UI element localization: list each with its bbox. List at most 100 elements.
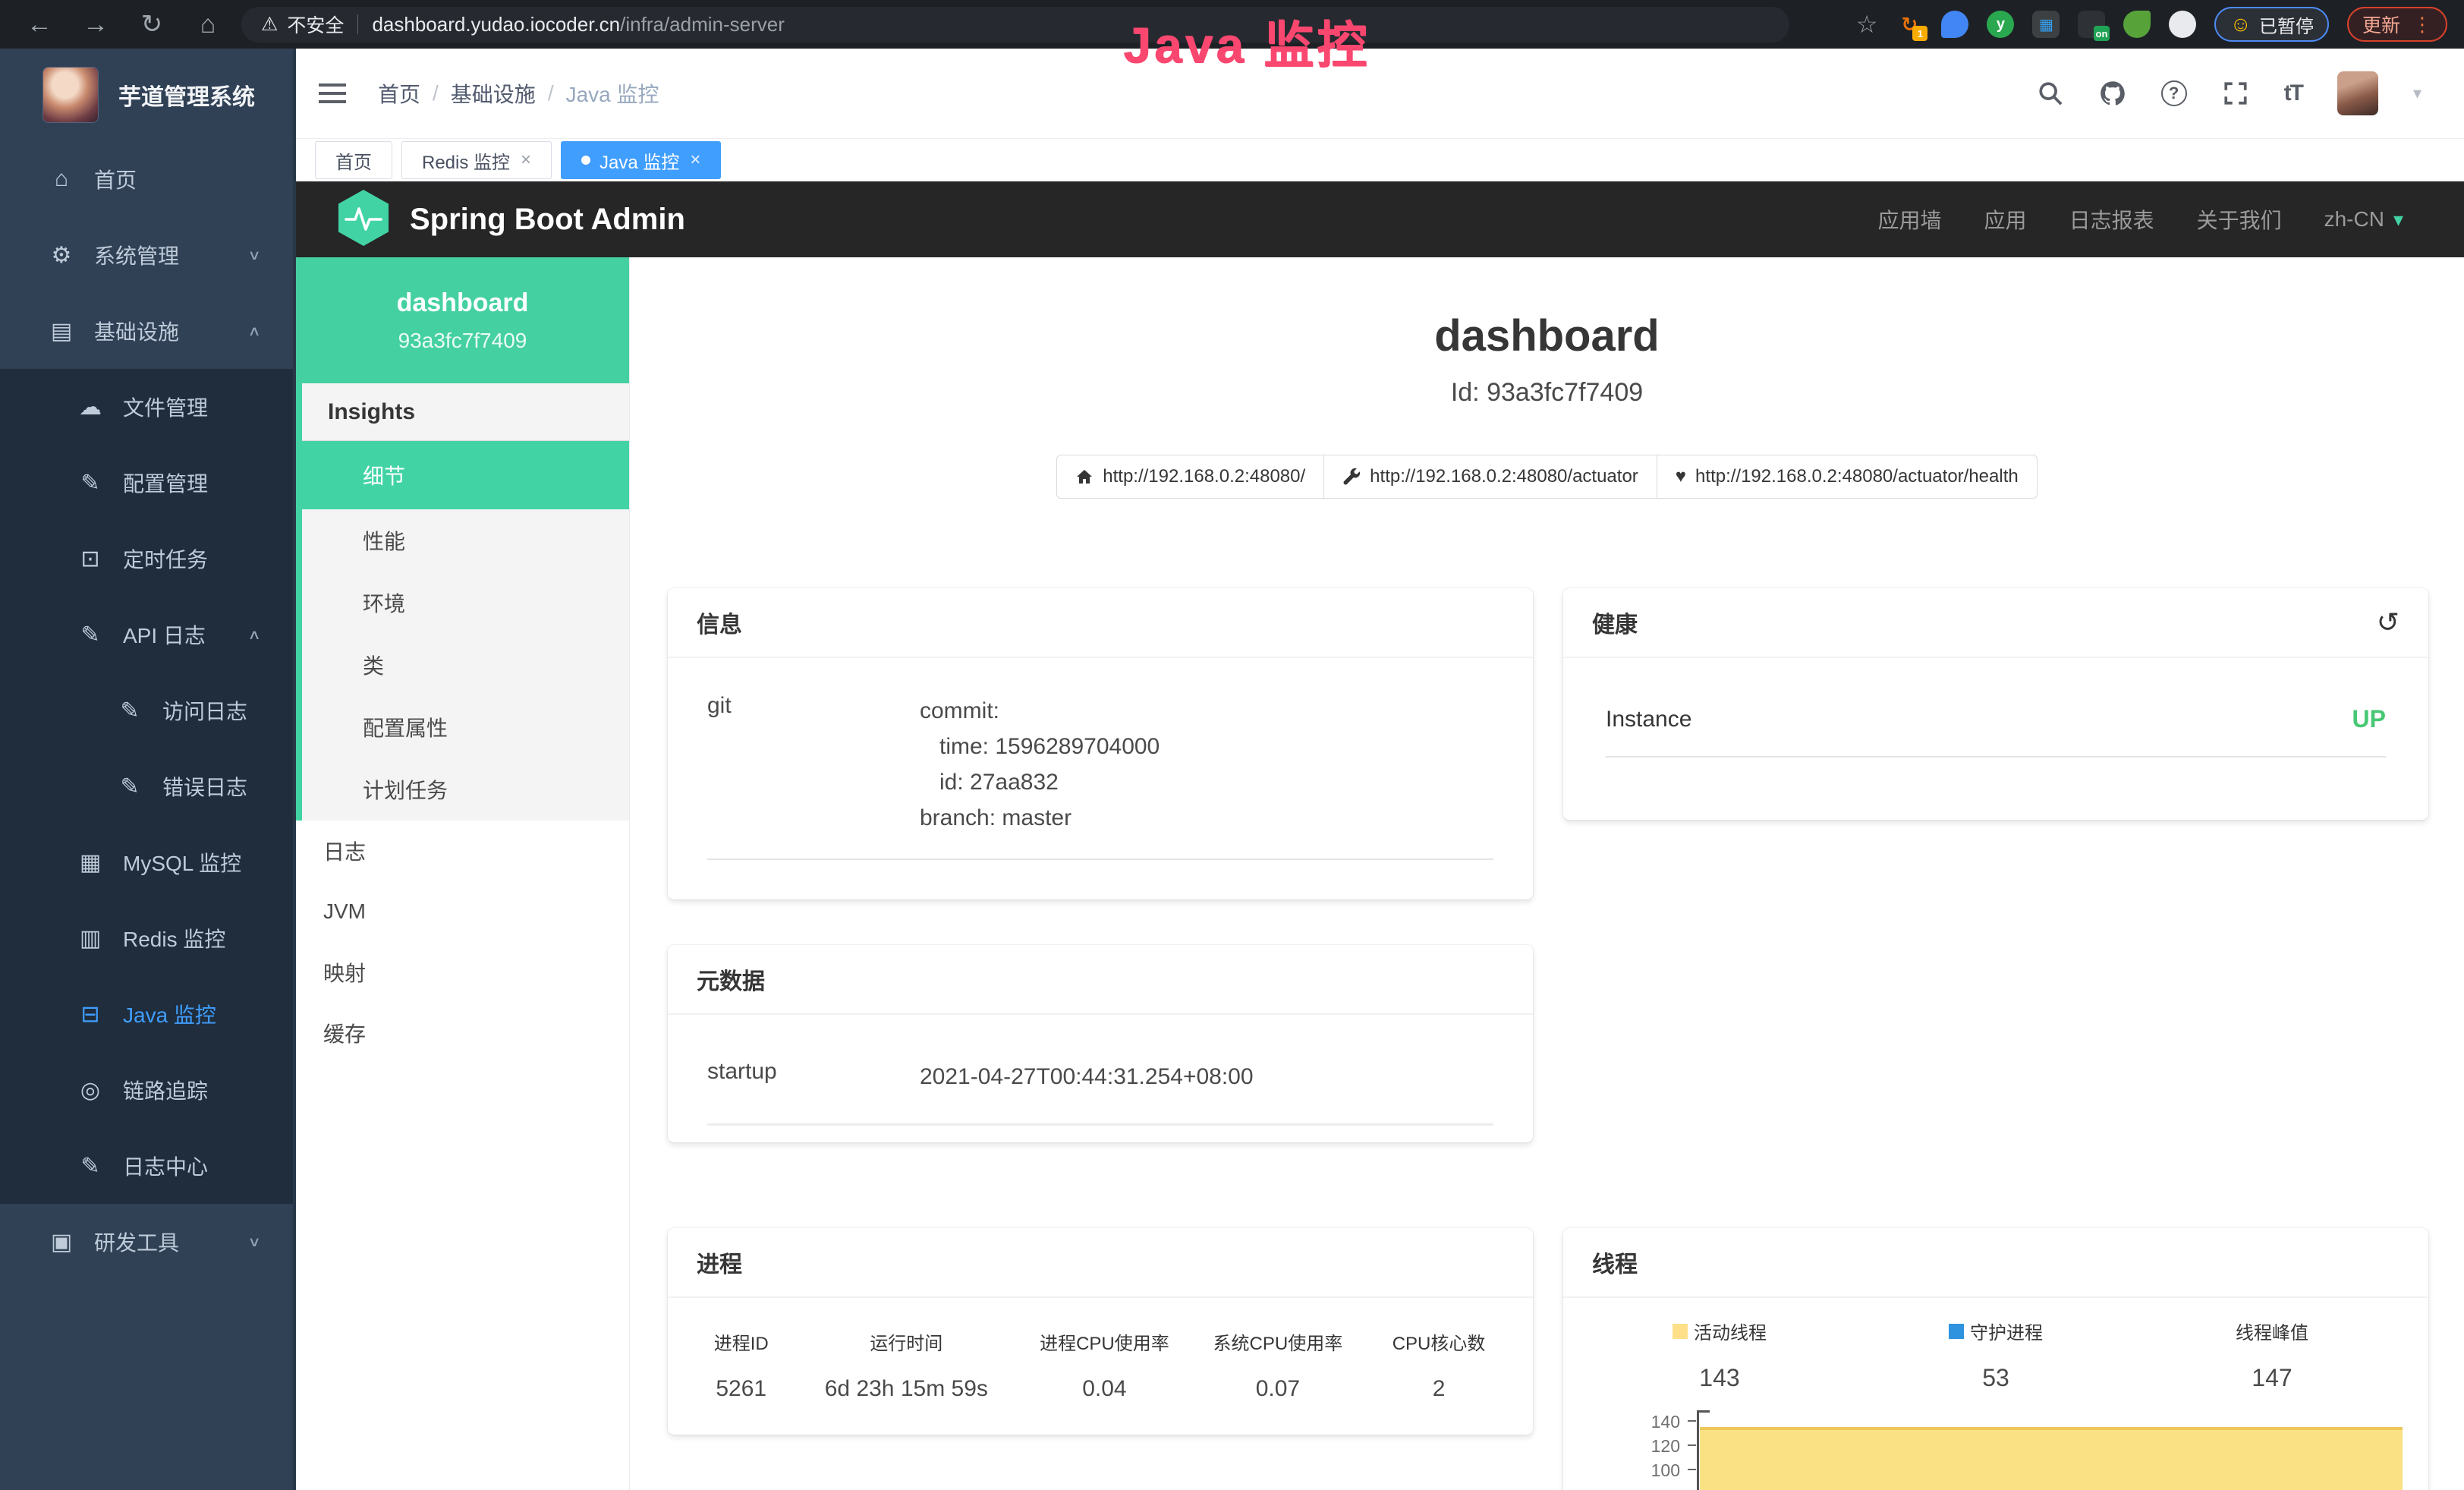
process-uptime-value: 6d 23h 15m 59s — [795, 1376, 1018, 1402]
sba-menu-mappings[interactable]: 映射 — [296, 942, 629, 1003]
history-icon[interactable]: ↺ — [2377, 606, 2399, 638]
sba-menu-details[interactable]: 细节 — [302, 441, 629, 509]
sidebar-item-infra[interactable]: ▤ 基础设施 ∧ — [0, 293, 293, 369]
browser-home-icon[interactable]: ⌂ — [191, 10, 225, 39]
sidebar-item-scheduled-jobs[interactable]: ⊡ 定时任务 — [0, 521, 293, 597]
browser-reload-icon[interactable]: ↻ — [135, 9, 168, 39]
help-icon[interactable]: ? — [2161, 80, 2187, 106]
actuator-url-button[interactable]: http://192.168.0.2:48080/actuator — [1323, 455, 1657, 499]
log-icon: ✎ — [73, 1153, 108, 1180]
extension-pin-icon[interactable] — [1941, 11, 1968, 38]
sidebar-item-label: 日志中心 — [123, 1151, 208, 1181]
extensions-puzzle-icon[interactable] — [2169, 11, 2196, 38]
sba-nav-about[interactable]: 关于我们 — [2197, 204, 2282, 235]
sidebar-item-file-mgmt[interactable]: ☁ 文件管理 — [0, 369, 293, 445]
spring-boot-admin-logo-icon — [338, 190, 389, 250]
extension-leaf-icon[interactable] — [2123, 11, 2151, 38]
user-menu-caret-icon[interactable]: ▾ — [2413, 83, 2422, 103]
user-avatar[interactable] — [2337, 71, 2378, 115]
extension-switch-icon[interactable]: on — [2078, 11, 2105, 38]
tab-home[interactable]: 首页 — [315, 141, 392, 179]
gear-icon: ⚙ — [44, 242, 79, 269]
legend-label: 线程峰值 — [2236, 1318, 2308, 1344]
sidebar-item-access-logs[interactable]: ✎ 访问日志 — [0, 673, 293, 748]
browser-forward-icon[interactable]: → — [79, 10, 112, 39]
browser-back-icon[interactable]: ← — [23, 10, 56, 39]
metadata-card: 元数据 startup 2021-04-27T00:44:31.254+08:0… — [668, 945, 1533, 1142]
app-title: 芋道管理系统 — [118, 78, 255, 112]
browser-profile-chip[interactable]: ☺ 已暂停 — [2214, 7, 2329, 42]
y-axis-tick — [1688, 1420, 1696, 1422]
extension-refresh-icon[interactable]: ↻1 — [1896, 11, 1923, 38]
legend-blue-swatch — [1949, 1324, 1964, 1339]
extension-y-icon[interactable]: y — [1987, 11, 2014, 38]
sba-menu-classes[interactable]: 类 — [302, 634, 629, 696]
process-card: 进程 进程ID 运行时间 进程CPU使用率 系统CPU使用率 CPU核心数 52… — [668, 1228, 1533, 1435]
sidebar-item-tracing[interactable]: ◎ 链路追踪 — [0, 1052, 293, 1128]
address-bar[interactable]: ⚠ 不安全 dashboard.yudao.iocoder.cn /infra/… — [241, 7, 1789, 43]
legend-peak-threads: 线程峰值 — [2134, 1318, 2410, 1344]
sidebar-item-label: 文件管理 — [123, 392, 208, 422]
search-icon[interactable] — [2037, 80, 2064, 107]
y-axis-tick-label: 140 — [1632, 1412, 1680, 1432]
cloud-icon: ☁ — [73, 394, 108, 421]
sidebar-item-system[interactable]: ⚙ 系统管理 ∨ — [0, 217, 293, 293]
sidebar-item-api-logs[interactable]: ✎ API 日志 ∧ — [0, 597, 293, 673]
row-divider — [707, 1123, 1493, 1126]
sidebar-item-log-center[interactable]: ✎ 日志中心 — [0, 1128, 293, 1204]
github-icon[interactable] — [2099, 80, 2126, 107]
collapse-menu-icon[interactable] — [319, 83, 346, 104]
process-pid-value: 5261 — [688, 1376, 795, 1402]
layers-icon: ▥ — [73, 925, 108, 952]
info-git-value: commit: time: 1596289704000 id: 27aa832 … — [920, 693, 1160, 836]
font-size-icon[interactable]: tT — [2284, 80, 2302, 106]
browser-update-button[interactable]: 更新 ⋮ — [2347, 7, 2447, 42]
sba-menu-jvm[interactable]: JVM — [296, 881, 629, 942]
browser-menu-icon[interactable]: ⋮ — [2412, 13, 2432, 36]
health-card: 健康 ↺ Instance UP — [1563, 588, 2428, 820]
sba-menu-environment[interactable]: 环境 — [302, 572, 629, 634]
sba-nav-journal[interactable]: 日志报表 — [2069, 204, 2154, 235]
sidebar-item-dev-tools[interactable]: ▣ 研发工具 ∨ — [0, 1204, 293, 1280]
sidebar-item-home[interactable]: ⌂ 首页 — [0, 141, 293, 217]
sba-menu-config-props[interactable]: 配置属性 — [302, 696, 629, 758]
sidebar-item-label: Java 监控 — [123, 999, 216, 1029]
sidebar-item-error-logs[interactable]: ✎ 错误日志 — [0, 748, 293, 824]
close-icon[interactable]: × — [690, 150, 700, 171]
heart-icon: ♥ — [1676, 466, 1686, 487]
sba-menu-logs[interactable]: 日志 — [296, 821, 629, 881]
chevron-down-icon: ∨ — [247, 1233, 261, 1250]
tab-java-monitor[interactable]: Java 监控 × — [561, 141, 721, 179]
sba-menu-caches[interactable]: 缓存 — [296, 1003, 629, 1063]
health-url-button[interactable]: ♥ http://192.168.0.2:48080/actuator/heal… — [1657, 455, 2038, 499]
sba-nav-applications[interactable]: 应用 — [1984, 204, 2027, 235]
sidebar-item-redis-monitor[interactable]: ▥ Redis 监控 — [0, 900, 293, 976]
breadcrumb-home[interactable]: 首页 — [378, 78, 420, 109]
legend-daemon-threads: 守护进程 — [1858, 1318, 2134, 1344]
sba-brand-title[interactable]: Spring Boot Admin — [410, 203, 685, 237]
sidebar-item-mysql-monitor[interactable]: ▦ MySQL 监控 — [0, 824, 293, 900]
instance-header[interactable]: dashboard 93a3fc7f7409 — [296, 257, 629, 383]
git-branch-line: branch: master — [920, 800, 1160, 836]
close-icon[interactable]: × — [521, 150, 531, 171]
chevron-down-icon: ∨ — [247, 247, 261, 263]
sidebar-item-config-mgmt[interactable]: ✎ 配置管理 — [0, 445, 293, 521]
sba-menu-metrics[interactable]: 性能 — [302, 509, 629, 572]
service-url-button[interactable]: http://192.168.0.2:48080/ — [1056, 455, 1324, 499]
tab-redis-monitor[interactable]: Redis 监控 × — [401, 141, 552, 179]
bookmark-star-icon[interactable]: ☆ — [1856, 10, 1878, 39]
fullscreen-icon[interactable] — [2222, 80, 2249, 107]
git-time-line: time: 1596289704000 — [920, 729, 1160, 764]
not-secure-warning-icon: ⚠ — [261, 13, 278, 36]
not-secure-label[interactable]: 不安全 — [287, 11, 344, 38]
sidebar-item-java-monitor[interactable]: ⊟ Java 监控 — [0, 976, 293, 1052]
sba-nav-wallboard[interactable]: 应用墙 — [1878, 204, 1942, 235]
sba-nav: 应用墙 应用 日志报表 关于我们 zh-CN ▾ — [1878, 204, 2464, 235]
sidebar-item-label: 定时任务 — [123, 543, 208, 574]
extension-grid-icon[interactable]: ▦ — [2032, 11, 2060, 38]
app-logo-row[interactable]: 芋道管理系统 — [0, 49, 293, 141]
sba-menu-scheduled-tasks[interactable]: 计划任务 — [302, 758, 629, 821]
sba-language-select[interactable]: zh-CN ▾ — [2324, 207, 2403, 232]
metadata-startup-value: 2021-04-27T00:44:31.254+08:00 — [920, 1059, 1254, 1095]
breadcrumb-infra[interactable]: 基础设施 — [451, 78, 536, 109]
